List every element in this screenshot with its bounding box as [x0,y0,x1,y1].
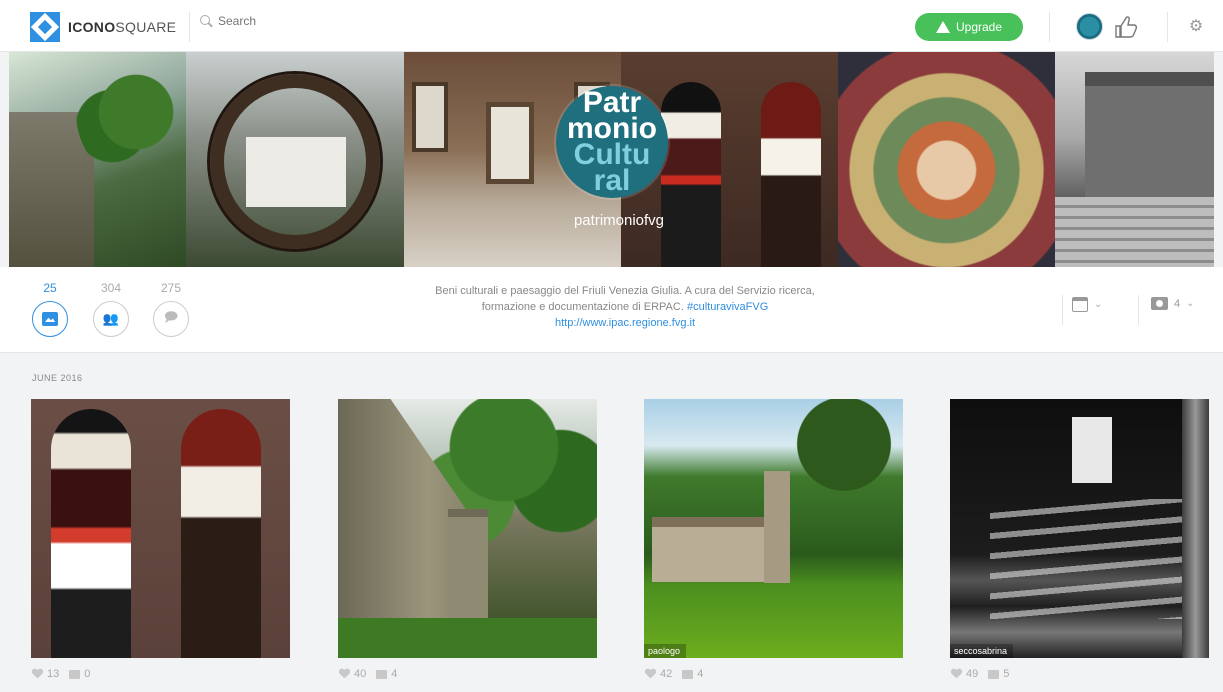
post-image[interactable] [338,399,597,658]
likes[interactable]: 42 [645,668,672,680]
heart-icon [951,669,962,679]
stat-circle: 👥 [93,301,129,337]
comments[interactable]: 4 [682,668,703,680]
search-icon [200,15,212,27]
comments-count: 5 [1003,668,1010,680]
profile-handle: patrimoniofvg [573,212,665,229]
bio-text: formazione e documentazione di ERPAC. [481,301,684,313]
heart-icon [339,669,350,679]
search-bar[interactable] [200,14,418,28]
stat-circle: 🗩 [153,301,189,337]
divider [1167,12,1168,42]
divider [1062,295,1063,325]
stat-followers[interactable]: 275 🗩 [151,281,191,337]
post-image[interactable]: seccosabrina [950,399,1209,658]
profile-bar: 25 304 👥 275 🗩 Beni culturali e paesaggi… [0,267,1223,353]
likes-count: 49 [966,668,979,680]
banner-photo [9,52,186,267]
top-bar: ICONOSQUARE Upgrade ⚙ [0,0,1223,52]
bio-line: formazione e documentazione di ERPAC. #c… [380,299,870,315]
post-image[interactable] [31,399,290,658]
heart-icon [645,669,656,679]
comment-icon [988,669,1000,679]
post-caption: paologo [644,644,687,658]
comments[interactable]: 0 [69,668,90,680]
divider [1138,295,1139,325]
calendar-icon [1072,297,1088,312]
stat-circle [32,301,68,337]
comment-icon [69,669,81,679]
media-count-dropdown[interactable]: 4 ⌄ [1151,297,1195,310]
banner-photo [838,52,1055,267]
likes-count: 40 [354,668,367,680]
likes-count: 13 [47,668,60,680]
likes[interactable]: 49 [951,668,978,680]
account-avatar[interactable] [1076,13,1103,40]
iconosquare-logo[interactable]: ICONOSQUARE [30,12,176,42]
comments-count: 4 [391,668,398,680]
comments-count: 0 [84,668,91,680]
warning-icon [935,21,950,33]
post-caption: seccosabrina [950,644,1014,658]
likes[interactable]: 13 [32,668,59,680]
stat-following[interactable]: 304 👥 [91,281,131,337]
comments[interactable]: 5 [988,668,1009,680]
banner-photo [1055,52,1214,267]
photo-icon [42,312,58,326]
post-image[interactable]: paologo [644,399,903,658]
logo-icon [30,12,60,42]
logo-text: ICONOSQUARE [68,19,177,35]
section-title: JUNE 2016 [32,373,83,383]
divider [189,12,190,42]
post-meta: 42 4 [645,668,703,680]
heart-icon [32,669,43,679]
stat-count: 304 [100,281,122,295]
likes[interactable]: 40 [339,668,366,680]
banner-photo [186,52,404,267]
stat-media[interactable]: 25 [30,281,70,337]
thumbs-up-icon[interactable] [1112,14,1138,40]
chevron-down-icon: ⌄ [1186,298,1195,309]
post-meta: 40 4 [339,668,397,680]
date-filter-dropdown[interactable]: ⌄ [1072,297,1102,312]
post-meta: 13 0 [32,668,90,680]
post-meta: 49 5 [951,668,1009,680]
comment-icon [682,669,694,679]
divider [1049,12,1050,42]
stat-count: 25 [43,281,57,295]
profile-bio: Beni culturali e paesaggio del Friuli Ve… [380,283,870,331]
bio-line: Beni culturali e paesaggio del Friuli Ve… [435,285,815,297]
media-count: 4 [1174,297,1181,310]
comment-icon [376,669,388,679]
upgrade-button[interactable]: Upgrade [915,13,1023,41]
bio-link[interactable]: http://www.ipac.regione.fvg.it [380,315,870,331]
comments-count: 4 [697,668,704,680]
comments[interactable]: 4 [376,668,397,680]
upgrade-label: Upgrade [955,20,1003,34]
brand-logo-text: ral [593,163,631,197]
search-input[interactable] [218,14,418,28]
followers-icon: 🗩 [163,309,179,324]
likes-count: 42 [660,668,673,680]
stat-count: 275 [160,281,182,295]
people-icon: 👥 [102,311,120,326]
bio-hashtag[interactable]: #culturavivaFVG [687,301,768,313]
chevron-down-icon: ⌄ [1094,299,1103,310]
camera-icon [1151,297,1168,310]
profile-avatar: Patr monio Cultu ral [556,86,668,198]
gear-icon[interactable]: ⚙ [1188,19,1204,35]
